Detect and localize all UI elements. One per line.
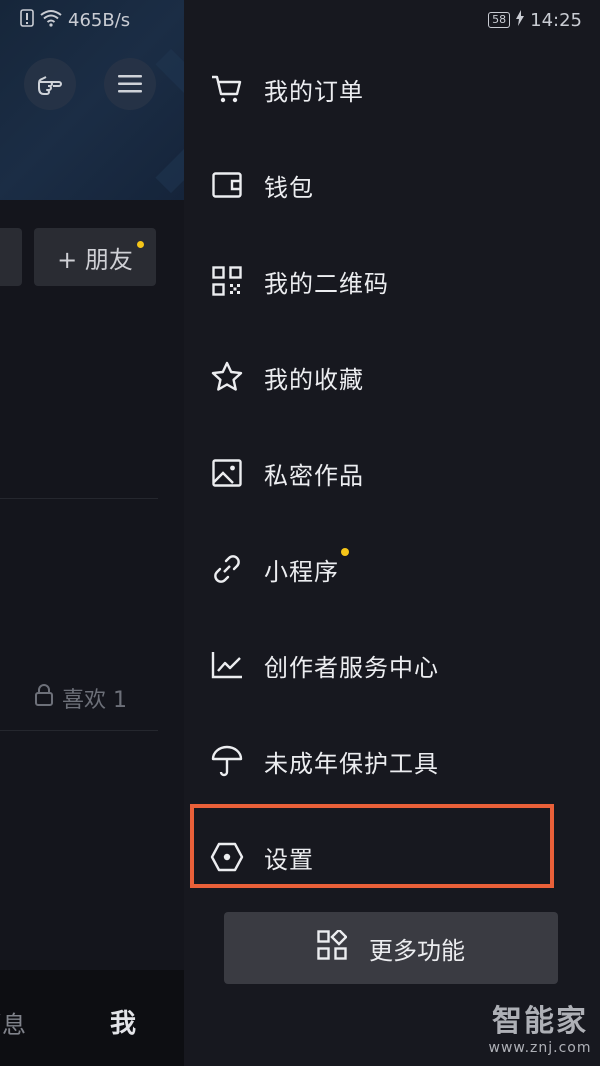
alert-icon xyxy=(20,8,34,32)
watermark-brand: 智能家 xyxy=(492,1004,588,1039)
watermark: 智能家 www.znj.com xyxy=(488,996,592,1056)
background-profile-page: 465B/s + 朋友 喜欢 1 消息 我 xyxy=(0,0,184,1066)
watermark-url: www.znj.com xyxy=(488,1040,592,1056)
menu-item-qr-code[interactable]: 我的二维码 xyxy=(210,251,570,311)
clock: 14:25 xyxy=(530,9,582,31)
menu-item-orders[interactable]: 我的订单 xyxy=(210,59,570,119)
pointing-hand-icon[interactable] xyxy=(24,58,76,110)
menu-item-label: 钱包 xyxy=(264,173,314,202)
edit-profile-button-partial[interactable] xyxy=(0,228,22,286)
bottom-tab-bar xyxy=(0,970,184,1066)
divider xyxy=(0,498,158,499)
cart-icon xyxy=(210,72,244,106)
link-icon xyxy=(210,552,244,586)
menu-item-mini-programs[interactable]: 小程序 xyxy=(210,539,570,599)
divider xyxy=(0,730,158,731)
star-icon xyxy=(210,360,244,394)
add-friend-button[interactable]: + 朋友 xyxy=(34,228,156,286)
menu-item-label: 我的订单 xyxy=(264,77,364,106)
more-features-button[interactable]: 更多功能 xyxy=(224,912,558,984)
menu-item-wallet[interactable]: 钱包 xyxy=(210,155,570,215)
network-speed: 465B/s xyxy=(68,9,131,31)
battery-indicator: 58 xyxy=(488,12,511,28)
menu-item-private-works[interactable]: 私密作品 xyxy=(210,443,570,503)
menu-item-creator-center[interactable]: 创作者服务中心 xyxy=(210,635,570,695)
menu-item-favorites[interactable]: 我的收藏 xyxy=(210,347,570,407)
grid-apps-icon xyxy=(317,928,348,966)
status-bar-right: 58 14:25 xyxy=(488,0,582,40)
chart-icon xyxy=(210,648,244,682)
likes-label: 喜欢 1 xyxy=(62,688,127,713)
menu-item-label: 小程序 xyxy=(264,547,349,587)
likes-tab[interactable]: 喜欢 1 xyxy=(34,682,127,714)
menu-item-label: 未成年保护工具 xyxy=(264,749,439,778)
menu-item-label: 我的二维码 xyxy=(264,269,389,298)
wallet-icon xyxy=(210,168,244,202)
qr-code-icon xyxy=(210,264,244,298)
tab-me[interactable]: 我 xyxy=(110,1003,136,1040)
wifi-icon xyxy=(40,9,62,32)
charging-icon xyxy=(516,9,525,31)
tab-messages[interactable]: 消息 xyxy=(0,1005,26,1040)
menu-item-minor-protection[interactable]: 未成年保护工具 xyxy=(210,731,570,791)
side-drawer: 58 14:25 我的订单 钱包 我的二维码 我的收藏 私密作品 小程序 创作者… xyxy=(184,0,600,1066)
menu-item-label: 私密作品 xyxy=(264,461,364,490)
settings-highlight-box xyxy=(190,804,554,888)
more-features-label: 更多功能 xyxy=(369,936,465,965)
image-icon xyxy=(210,456,244,490)
new-badge-dot xyxy=(137,241,144,248)
umbrella-icon xyxy=(210,744,244,778)
menu-icon[interactable] xyxy=(104,58,156,110)
lock-icon xyxy=(34,684,54,712)
status-bar-left: 465B/s xyxy=(0,0,130,40)
menu-item-label: 创作者服务中心 xyxy=(264,653,439,682)
menu-item-label: 我的收藏 xyxy=(264,365,364,394)
new-badge-dot xyxy=(341,547,349,556)
